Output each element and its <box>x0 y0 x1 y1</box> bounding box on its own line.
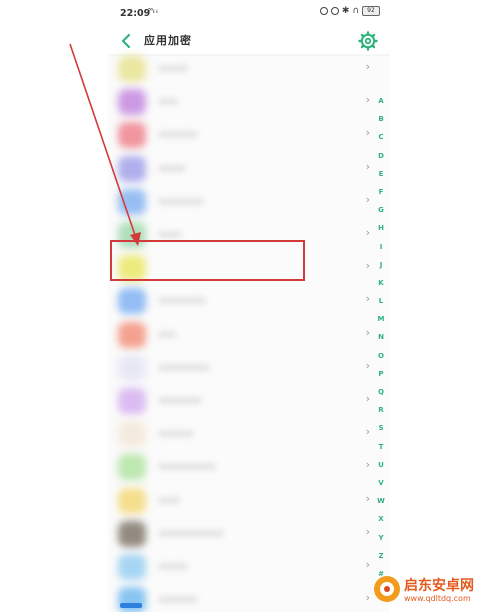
headphones-icon: ∩ <box>352 6 359 16</box>
alphabet-index-bar[interactable]: A B C D E F G H I J K L M N O P Q R S T U V W X Y Z # <box>374 92 388 583</box>
watermark-name: 启东安卓网 <box>404 578 474 594</box>
index-letter-u[interactable]: U <box>374 456 388 474</box>
index-letter-n[interactable]: N <box>374 328 388 346</box>
index-letter-h[interactable]: H <box>374 219 388 237</box>
chevron-right-icon: › <box>365 192 370 206</box>
index-letter-j[interactable]: J <box>374 256 388 274</box>
bluetooth-icon: ✱ <box>341 6 350 16</box>
chevron-right-icon: › <box>365 358 370 372</box>
watermark-url: www.qdltdq.com <box>404 594 471 603</box>
index-letter-y[interactable]: Y <box>374 529 388 547</box>
phone-screen: 22:09 ⁵⁶ᵢₗ ᵢᵢ ✱ ∩ 92 应用加密 › › › › › › › … <box>108 0 390 612</box>
chevron-right-icon: › <box>365 425 370 439</box>
gear-icon[interactable] <box>358 31 378 51</box>
index-letter-b[interactable]: B <box>374 110 388 128</box>
index-letter-c[interactable]: C <box>374 128 388 146</box>
chevron-right-icon: › <box>365 292 370 306</box>
chevron-right-icon: › <box>365 392 370 405</box>
index-letter-p[interactable]: P <box>374 365 388 383</box>
index-letter-z[interactable]: Z <box>374 547 388 565</box>
chevron-right-icon: › <box>365 524 370 538</box>
index-letter-a[interactable]: A <box>374 92 388 110</box>
index-letter-g[interactable]: G <box>374 201 388 219</box>
index-letter-d[interactable]: D <box>374 147 388 165</box>
chevron-right-icon: › <box>365 259 370 273</box>
title-bar: 应用加密 <box>108 28 390 54</box>
chevron-right-icon: › <box>365 458 370 472</box>
chevron-right-icon: › <box>365 491 370 505</box>
index-letter-x[interactable]: X <box>374 510 388 528</box>
status-icons: ✱ ∩ 92 <box>319 6 380 16</box>
watermark-logo-icon <box>374 576 400 602</box>
blurred-region <box>108 56 266 612</box>
chevron-right-icon: › <box>365 93 370 107</box>
index-letter-f[interactable]: F <box>374 183 388 201</box>
bottom-app-icon-partial <box>120 603 142 608</box>
chevron-right-icon: › <box>365 60 370 73</box>
chevron-right-icon: › <box>365 558 370 571</box>
status-bar: 22:09 ⁵⁶ᵢₗ ᵢᵢ ✱ ∩ 92 <box>108 0 390 28</box>
index-letter-v[interactable]: V <box>374 474 388 492</box>
index-letter-q[interactable]: Q <box>374 383 388 401</box>
network-indicator: ⁵⁶ᵢₗ ᵢᵢ <box>148 7 158 15</box>
index-letter-s[interactable]: S <box>374 419 388 437</box>
watermark: 启东安卓网 www.qdltdq.com <box>372 572 500 612</box>
index-letter-w[interactable]: W <box>374 492 388 510</box>
chevron-right-icon: › <box>365 591 370 605</box>
nfc-icon <box>330 7 339 15</box>
back-arrow-icon[interactable] <box>118 31 136 51</box>
chevron-right-icon: › <box>365 159 370 173</box>
index-letter-r[interactable]: R <box>374 401 388 419</box>
highlight-box <box>110 240 305 281</box>
index-letter-l[interactable]: L <box>374 292 388 310</box>
status-time: 22:09 <box>120 8 151 19</box>
chevron-right-icon: › <box>365 325 370 339</box>
chevron-right-icon: › <box>365 226 370 239</box>
alarm-icon <box>319 7 328 15</box>
index-letter-t[interactable]: T <box>374 438 388 456</box>
index-letter-e[interactable]: E <box>374 165 388 183</box>
index-letter-m[interactable]: M <box>374 310 388 328</box>
index-letter-o[interactable]: O <box>374 347 388 365</box>
page-title: 应用加密 <box>144 34 192 47</box>
index-letter-i[interactable]: I <box>374 238 388 256</box>
index-letter-k[interactable]: K <box>374 274 388 292</box>
chevron-right-icon: › <box>365 126 370 140</box>
battery-icon: 92 <box>362 6 380 16</box>
